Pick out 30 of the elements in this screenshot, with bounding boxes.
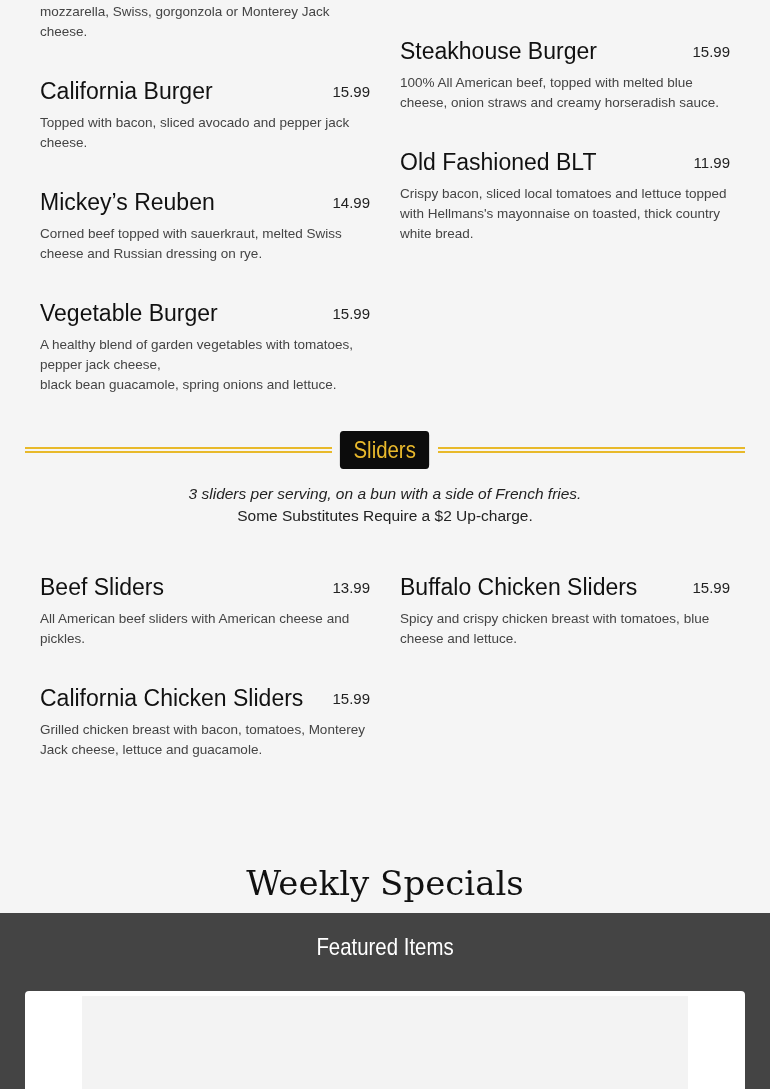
item-description: mozzarella, Swiss, gorgonzola or Monterey Jack cheese. xyxy=(40,3,331,41)
item-name: Buffalo Chicken Sliders xyxy=(400,573,638,601)
item-name: Vegetable Burger xyxy=(40,299,218,327)
section-heading: Weekly Specials xyxy=(245,862,525,905)
item-description: Crispy bacon, sliced local tomatoes and lettuce topped with Hellmans's mayonnaise on toasted, thick country white bread. xyxy=(400,185,728,243)
section-note: Some Substitutes Require a $2 Up-charge. xyxy=(236,506,534,526)
item-description: All American beef sliders with American cheese and pickles. xyxy=(40,610,351,648)
item-description: 100% All American beef, topped with melted blue cheese, onion straws and creamy horseradish sauce. xyxy=(400,74,720,112)
item-name: California Burger xyxy=(40,77,213,105)
item-price: 11.99 xyxy=(693,153,730,171)
section-note: 3 sliders per serving, on a bun with a side of French fries. xyxy=(187,484,583,504)
item-price: 13.99 xyxy=(332,578,370,596)
item-price: 15.99 xyxy=(332,82,370,100)
item-price: 15.99 xyxy=(332,689,370,707)
item-description: Spicy and crispy chicken breast with tomatoes, blue cheese and lettuce. xyxy=(400,610,711,648)
item-description: Topped with bacon, sliced avocado and pepper jack cheese. xyxy=(40,114,351,152)
item-price: 14.99 xyxy=(332,193,370,211)
item-description: A healthy blend of garden vegetables with tomatoes, pepper jack cheese, black bean guacamole, spring onions and lettuce. xyxy=(40,336,354,394)
section-title: Sliders xyxy=(340,431,430,469)
item-description: Corned beef topped with sauerkraut, melted Swiss cheese and Russian dressing on rye. xyxy=(40,225,343,263)
item-description: Grilled chicken breast with bacon, tomatoes, Monterey Jack cheese, lettuce and guacamole. xyxy=(40,721,366,759)
item-price: 15.99 xyxy=(692,578,730,596)
item-price: 15.99 xyxy=(692,42,730,60)
featured-heading: Featured Items xyxy=(315,932,455,962)
item-name: Mickey’s Reuben xyxy=(40,188,215,216)
item-price: 15.99 xyxy=(332,304,370,322)
item-name: Beef Sliders xyxy=(40,573,164,601)
item-name: California Chicken Sliders xyxy=(40,684,304,712)
item-name: Old Fashioned BLT xyxy=(400,148,597,176)
item-name: Steakhouse Burger xyxy=(400,37,597,65)
